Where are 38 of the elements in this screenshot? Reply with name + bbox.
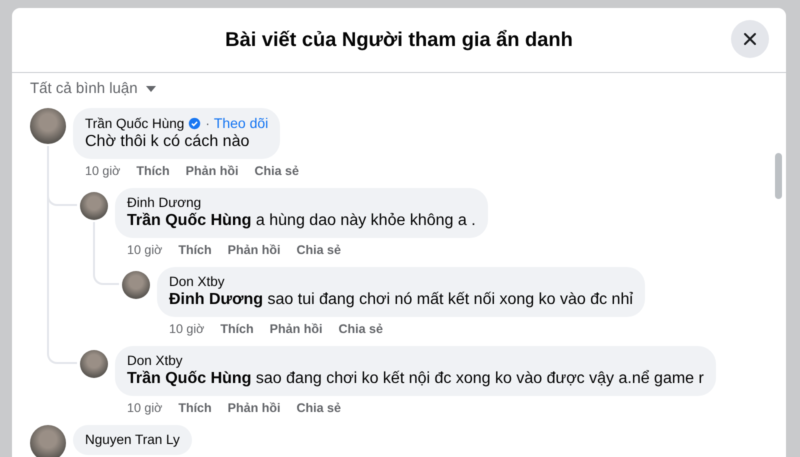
avatar-photo[interactable] — [80, 350, 108, 378]
separator-dot: · — [205, 116, 210, 130]
comment-text: Trần Quốc Hùng a hùng dao này khỏe không a . — [127, 212, 476, 230]
comment-action-link[interactable]: Chia sẻ — [254, 164, 299, 178]
follow-link[interactable]: Theo dõi — [214, 115, 268, 131]
comment-action-link[interactable]: Thích — [178, 243, 212, 257]
comment-action-link[interactable]: Phản hồi — [228, 401, 280, 415]
avatar-photo[interactable] — [122, 271, 150, 299]
author-name[interactable]: Trần Quốc Hùng — [85, 116, 184, 130]
author-name[interactable]: Don Xtby — [169, 274, 225, 289]
comment-filter-dropdown[interactable]: Tất cả bình luận — [30, 73, 157, 102]
comment-time[interactable]: 10 giờ — [127, 401, 162, 415]
comment-action-link[interactable]: Chia sẻ — [296, 243, 341, 257]
comment-time[interactable]: 10 giờ — [169, 322, 204, 336]
avatar-photo[interactable] — [30, 108, 66, 144]
author-name[interactable]: Nguyen Tran Ly — [85, 432, 180, 447]
comment-action-link[interactable]: Chia sẻ — [338, 322, 383, 336]
comment-text: Đinh Dương sao tui đang chơi nó mất kết nối xong ko vào đc nhỉ — [169, 291, 633, 309]
author-name[interactable]: Đinh Dương — [127, 195, 202, 210]
comment-action-link[interactable]: Thích — [178, 401, 212, 415]
comment-text: Chờ thôi k có cách nào — [85, 133, 250, 151]
comment-time[interactable]: 10 giờ — [85, 164, 120, 178]
comment-action-link[interactable]: Phản hồi — [270, 322, 322, 336]
avatar-photo[interactable] — [80, 192, 108, 220]
author-name[interactable]: Don Xtby — [127, 353, 183, 368]
comment-action-link[interactable]: Phản hồi — [186, 164, 238, 178]
avatar-photo[interactable] — [30, 425, 66, 457]
comment-action-link[interactable]: Thích — [136, 164, 170, 178]
comment-action-link[interactable]: Chia sẻ — [296, 401, 341, 415]
close-icon — [742, 31, 758, 47]
comment-time[interactable]: 10 giờ — [127, 243, 162, 257]
dialog-title: Bài viết của Người tham gia ẩn danh — [225, 28, 573, 52]
comment-text: Trần Quốc Hùng sao đang chơi ko kết nội đc xong ko vào được vậy a.nể game r — [127, 370, 704, 388]
comment-action-link[interactable]: Phản hồi — [228, 243, 280, 257]
scrollbar-thumb[interactable] — [775, 153, 782, 199]
caret-icon — [144, 84, 157, 92]
comment-action-link[interactable]: Thích — [220, 322, 254, 336]
close-button[interactable] — [731, 20, 769, 58]
